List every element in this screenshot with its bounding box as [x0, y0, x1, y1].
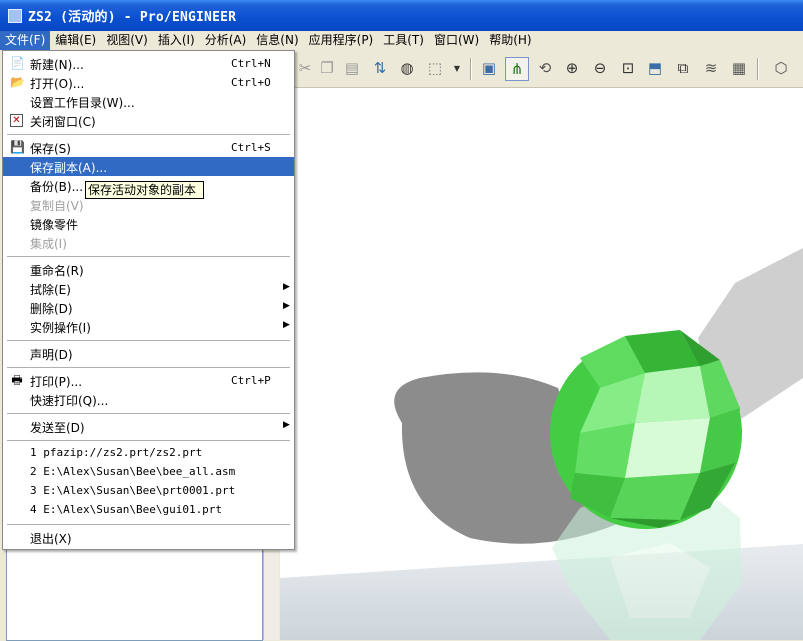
toolbar-separator	[470, 58, 472, 80]
menu-item-mirror-part[interactable]: 镜像零件	[3, 214, 294, 233]
menu-window[interactable]: 窗口(W)	[429, 31, 484, 50]
menu-separator	[7, 367, 290, 368]
open-folder-icon: 📂	[10, 75, 25, 89]
copy-icon[interactable]: ❐	[317, 58, 337, 78]
saved-views-icon[interactable]: ⧉	[673, 58, 693, 78]
menu-item-recent-file[interactable]: 4 E:\Alex\Susan\Bee\gui01.prt	[3, 501, 294, 520]
layers-icon[interactable]: ≋	[701, 58, 721, 78]
graphics-window[interactable]	[280, 88, 803, 640]
submenu-arrow-icon: ▶	[283, 420, 290, 430]
menu-separator	[7, 134, 290, 135]
window-title: ZS2 (活动的) - Pro/ENGINEER	[28, 10, 237, 25]
find-icon[interactable]: ◍	[397, 58, 417, 78]
save-disk-icon: 💾	[10, 140, 25, 154]
menu-analysis[interactable]: 分析(A)	[200, 31, 252, 50]
menu-bar: 文件(F) 编辑(E) 视图(V) 插入(I) 分析(A) 信息(N) 应用程序…	[0, 31, 803, 50]
orient-mode-icon[interactable]: ⟲	[535, 58, 555, 78]
spin-center-icon[interactable]: ⋔	[505, 57, 529, 81]
green-sphere	[550, 330, 742, 529]
menu-item-save[interactable]: 💾 保存(S) Ctrl+S	[3, 138, 294, 157]
menu-help[interactable]: 帮助(H)	[484, 31, 536, 50]
display-style-icon[interactable]: ⬡	[771, 58, 791, 78]
view-manager-icon[interactable]: ▦	[729, 58, 749, 78]
zoom-out-icon[interactable]: ⊖	[590, 58, 610, 78]
menu-item-integrate[interactable]: 集成(I)	[3, 233, 294, 252]
menu-item-erase[interactable]: 拭除(E) ▶	[3, 279, 294, 298]
zoom-in-icon[interactable]: ⊕	[562, 58, 582, 78]
menu-edit[interactable]: 编辑(E)	[50, 31, 101, 50]
menu-item-recent-file[interactable]: 1 pfazip://zs2.prt/zs2.prt	[3, 444, 294, 463]
menu-separator	[7, 440, 290, 441]
submenu-arrow-icon: ▶	[283, 301, 290, 311]
menu-separator	[7, 413, 290, 414]
regenerate-icon[interactable]: ⇅	[370, 58, 390, 78]
new-file-icon: 📄	[10, 56, 25, 70]
menu-item-print[interactable]: 🖶 打印(P)... Ctrl+P	[3, 371, 294, 390]
menu-item-save-copy[interactable]: 保存副本(A)...	[3, 157, 294, 176]
menu-item-set-working-dir[interactable]: 设置工作目录(W)...	[3, 92, 294, 111]
menu-item-instance-ops[interactable]: 实例操作(I) ▶	[3, 317, 294, 336]
menu-item-exit[interactable]: 退出(X)	[3, 528, 294, 547]
menu-item-delete[interactable]: 删除(D) ▶	[3, 298, 294, 317]
printer-icon: 🖶	[11, 373, 23, 387]
file-menu-dropdown: 📄 新建(N)... Ctrl+N 📂 打开(O)... Ctrl+O 设置工作…	[2, 50, 295, 550]
menu-info[interactable]: 信息(N)	[251, 31, 303, 50]
close-window-icon: ✕	[10, 114, 23, 127]
menu-item-rename[interactable]: 重命名(R)	[3, 260, 294, 279]
menu-separator	[7, 524, 290, 525]
menu-item-quick-print[interactable]: 快速打印(Q)...	[3, 390, 294, 409]
toolbar-separator	[757, 58, 759, 80]
menu-item-open[interactable]: 📂 打开(O)... Ctrl+O	[3, 73, 294, 92]
refit-icon[interactable]: ⊡	[618, 58, 638, 78]
menu-item-recent-file[interactable]: 2 E:\Alex\Susan\Bee\bee_all.asm	[3, 463, 294, 482]
main-toolbar: ✂ ❐ ▤ ⇅ ◍ ⬚ ▼ ▣ ⋔ ⟲ ⊕ ⊖ ⊡ ⬒ ⧉ ≋ ▦ ⬡	[295, 50, 803, 88]
submenu-arrow-icon: ▶	[283, 282, 290, 292]
reorient-icon[interactable]: ⬒	[645, 58, 665, 78]
menu-separator	[7, 256, 290, 257]
menu-applications[interactable]: 应用程序(P)	[304, 31, 379, 50]
model-graphics	[280, 248, 803, 640]
menu-view[interactable]: 视图(V)	[101, 31, 153, 50]
repaint-icon[interactable]: ▣	[479, 58, 499, 78]
menu-file[interactable]: 文件(F)	[0, 31, 51, 50]
cut-icon[interactable]: ✂	[295, 58, 315, 78]
menu-insert[interactable]: 插入(I)	[153, 31, 200, 50]
menu-separator	[7, 340, 290, 341]
select-dropdown-icon[interactable]: ▼	[447, 58, 467, 78]
menu-item-recent-file[interactable]: 3 E:\Alex\Susan\Bee\prt0001.prt	[3, 482, 294, 501]
menu-item-close-window[interactable]: ✕ 关闭窗口(C)	[3, 111, 294, 130]
window-titlebar[interactable]: ZS2 (活动的) - Pro/ENGINEER	[0, 0, 803, 31]
paste-icon[interactable]: ▤	[342, 58, 362, 78]
proe-app-icon	[8, 8, 22, 23]
menu-tools[interactable]: 工具(T)	[378, 31, 429, 50]
submenu-arrow-icon: ▶	[283, 320, 290, 330]
select-box-icon[interactable]: ⬚	[425, 58, 445, 78]
save-copy-tooltip: 保存活动对象的副本	[85, 181, 204, 199]
menu-item-send-to[interactable]: 发送至(D) ▶	[3, 417, 294, 436]
menu-item-declare[interactable]: 声明(D)	[3, 344, 294, 363]
menu-item-new[interactable]: 📄 新建(N)... Ctrl+N	[3, 54, 294, 73]
